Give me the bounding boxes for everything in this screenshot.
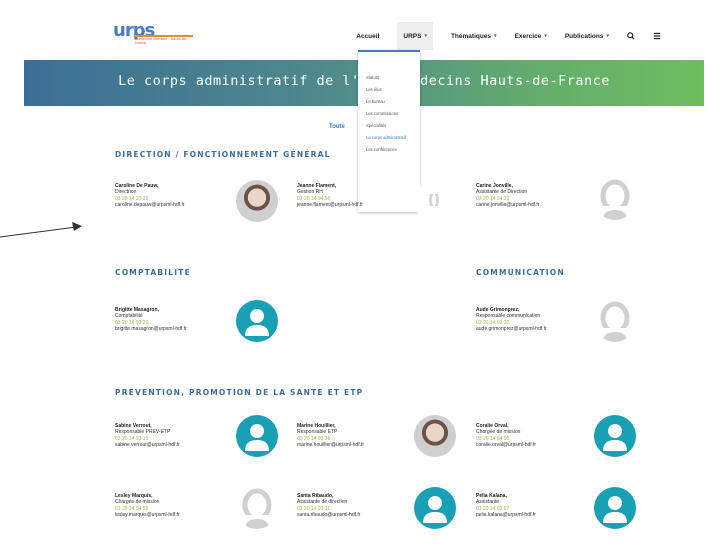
staff-email-link[interactable]: jeanne.flament@urpsml-hdf.fr xyxy=(297,202,397,208)
section-title-direction: DIRECTION / FONCTIONNEMENT GÉNÉRAL xyxy=(115,150,331,159)
staff-email-link[interactable]: santa.ribaudo@urpsml-hdf.fr xyxy=(297,512,397,518)
search-icon[interactable] xyxy=(627,32,635,40)
nav-label: Publications xyxy=(564,32,604,40)
staff-card-pelia: Pélia Kalana, Assistante 03 20 14 93 97 … xyxy=(476,493,576,519)
nav-label: Exercice xyxy=(514,32,542,40)
filter-all-link[interactable]: Toute xyxy=(329,124,345,130)
staff-email-link[interactable]: coralie.orval@urpsml-hdf.fr xyxy=(476,442,576,448)
chevron-down-icon: ▾ xyxy=(424,33,427,39)
section-title-comptabilite: COMPTABILITE xyxy=(115,268,191,277)
chevron-down-icon: ▾ xyxy=(494,33,497,39)
nav-item-accueil[interactable]: Accueil xyxy=(356,33,379,40)
section-title-communication: COMMUNICATION xyxy=(476,268,565,277)
staff-card-lesley: Lesley Marquis, Chargée de mission 03 20… xyxy=(115,493,215,519)
user-avatar-icon xyxy=(414,487,456,529)
staff-photo-caroline xyxy=(236,180,278,222)
nav-item-urps[interactable]: URPS ▾ xyxy=(397,22,433,50)
staff-card-santa: Santa Ribaudo, Assistante de direction 0… xyxy=(297,493,397,519)
staff-email-link[interactable]: marine.houillier@urpsml-hdf.fr xyxy=(297,442,397,448)
dropdown-item-commissions[interactable]: Les commissions xyxy=(358,108,420,120)
nav-item-publications[interactable]: Publications ▾ xyxy=(565,33,609,40)
staff-email-link[interactable]: aude.grimonprez@urpsml-hdf.fr xyxy=(476,326,576,332)
user-avatar-icon xyxy=(594,415,636,457)
placeholder-avatar-icon xyxy=(594,300,636,342)
nav-label: Accueil xyxy=(356,32,380,40)
staff-email-link[interactable]: pelia.kalana@urpsml-hdf.fr xyxy=(476,512,576,518)
dropdown-item-specialites[interactable]: Spécialités xyxy=(358,120,420,132)
site-logo[interactable]: urps médecins libéraux · hauts-de-france xyxy=(113,22,203,48)
placeholder-avatar-icon xyxy=(236,487,278,529)
staff-card-carine: Carine Jonville, Assistante de Direction… xyxy=(476,183,576,209)
nav-label: Thématiques xyxy=(450,32,492,40)
user-avatar-icon xyxy=(236,300,278,342)
placeholder-avatar-icon xyxy=(414,180,456,222)
staff-card-caroline: Caroline De Pauw, Directrice 03 20 14 22… xyxy=(115,183,215,209)
dropdown-item-statuts[interactable]: Statuts xyxy=(358,72,420,84)
logo-subtitle: médecins libéraux · hauts-de-france xyxy=(135,36,188,45)
user-avatar-icon xyxy=(594,487,636,529)
main-nav: Accueil URPS ▾ Thématiques ▾ Exercice ▾ … xyxy=(300,22,661,50)
menu-icon[interactable] xyxy=(653,32,661,40)
user-avatar-icon xyxy=(236,415,278,457)
nav-item-thematiques[interactable]: Thématiques ▾ xyxy=(451,33,497,40)
staff-card-brigitte: Brigitte Masagron, Comptabilité 03 20 14… xyxy=(115,307,215,333)
staff-photo-marine xyxy=(414,415,456,457)
staff-email-link[interactable]: sabine.verrout@urpsml-hdf.fr xyxy=(115,442,215,448)
placeholder-avatar-icon xyxy=(594,178,636,220)
staff-card-coralie: Coralie Orval, Chargée de mission 03 20 … xyxy=(476,423,576,449)
staff-card-jeanne: Jeanne Flament, Gestion RH 03 20 14 94 5… xyxy=(297,183,397,209)
dropdown-item-bureau[interactable]: Le bureau xyxy=(358,96,420,108)
nav-label: URPS xyxy=(403,32,422,40)
chevron-down-icon: ▾ xyxy=(544,33,547,39)
annotation-arrow-icon xyxy=(0,222,82,238)
staff-card-sabine: Sabine Verrout, Responsable PREV-ETP 03 … xyxy=(115,423,215,449)
dropdown-item-corps-administratif[interactable]: Le corps administratif xyxy=(358,132,420,144)
dropdown-item-elus[interactable]: Les élus xyxy=(358,84,420,96)
staff-card-marine: Marine Houillier, Responsable ETP 03 20 … xyxy=(297,423,397,449)
staff-email-link[interactable]: caroline.depauw@urpsml-hdf.fr xyxy=(115,202,215,208)
nav-item-exercice[interactable]: Exercice ▾ xyxy=(515,33,547,40)
staff-email-link[interactable]: brigitte.masagron@urpsml-hdf.fr xyxy=(115,326,215,332)
dropdown-item-conferences[interactable]: Les conférences xyxy=(358,144,420,156)
staff-card-aude: Aude Grimonprez, Responsable communicati… xyxy=(476,307,576,333)
staff-email-link[interactable]: lesley.marquis@urpsml-hdf.fr xyxy=(115,512,215,518)
chevron-down-icon: ▾ xyxy=(606,33,609,39)
staff-email-link[interactable]: carine.jonville@urpsml-hdf.fr xyxy=(476,202,576,208)
section-title-prevention: PREVENTION, PROMOTION DE LA SANTE ET ETP xyxy=(115,388,364,397)
